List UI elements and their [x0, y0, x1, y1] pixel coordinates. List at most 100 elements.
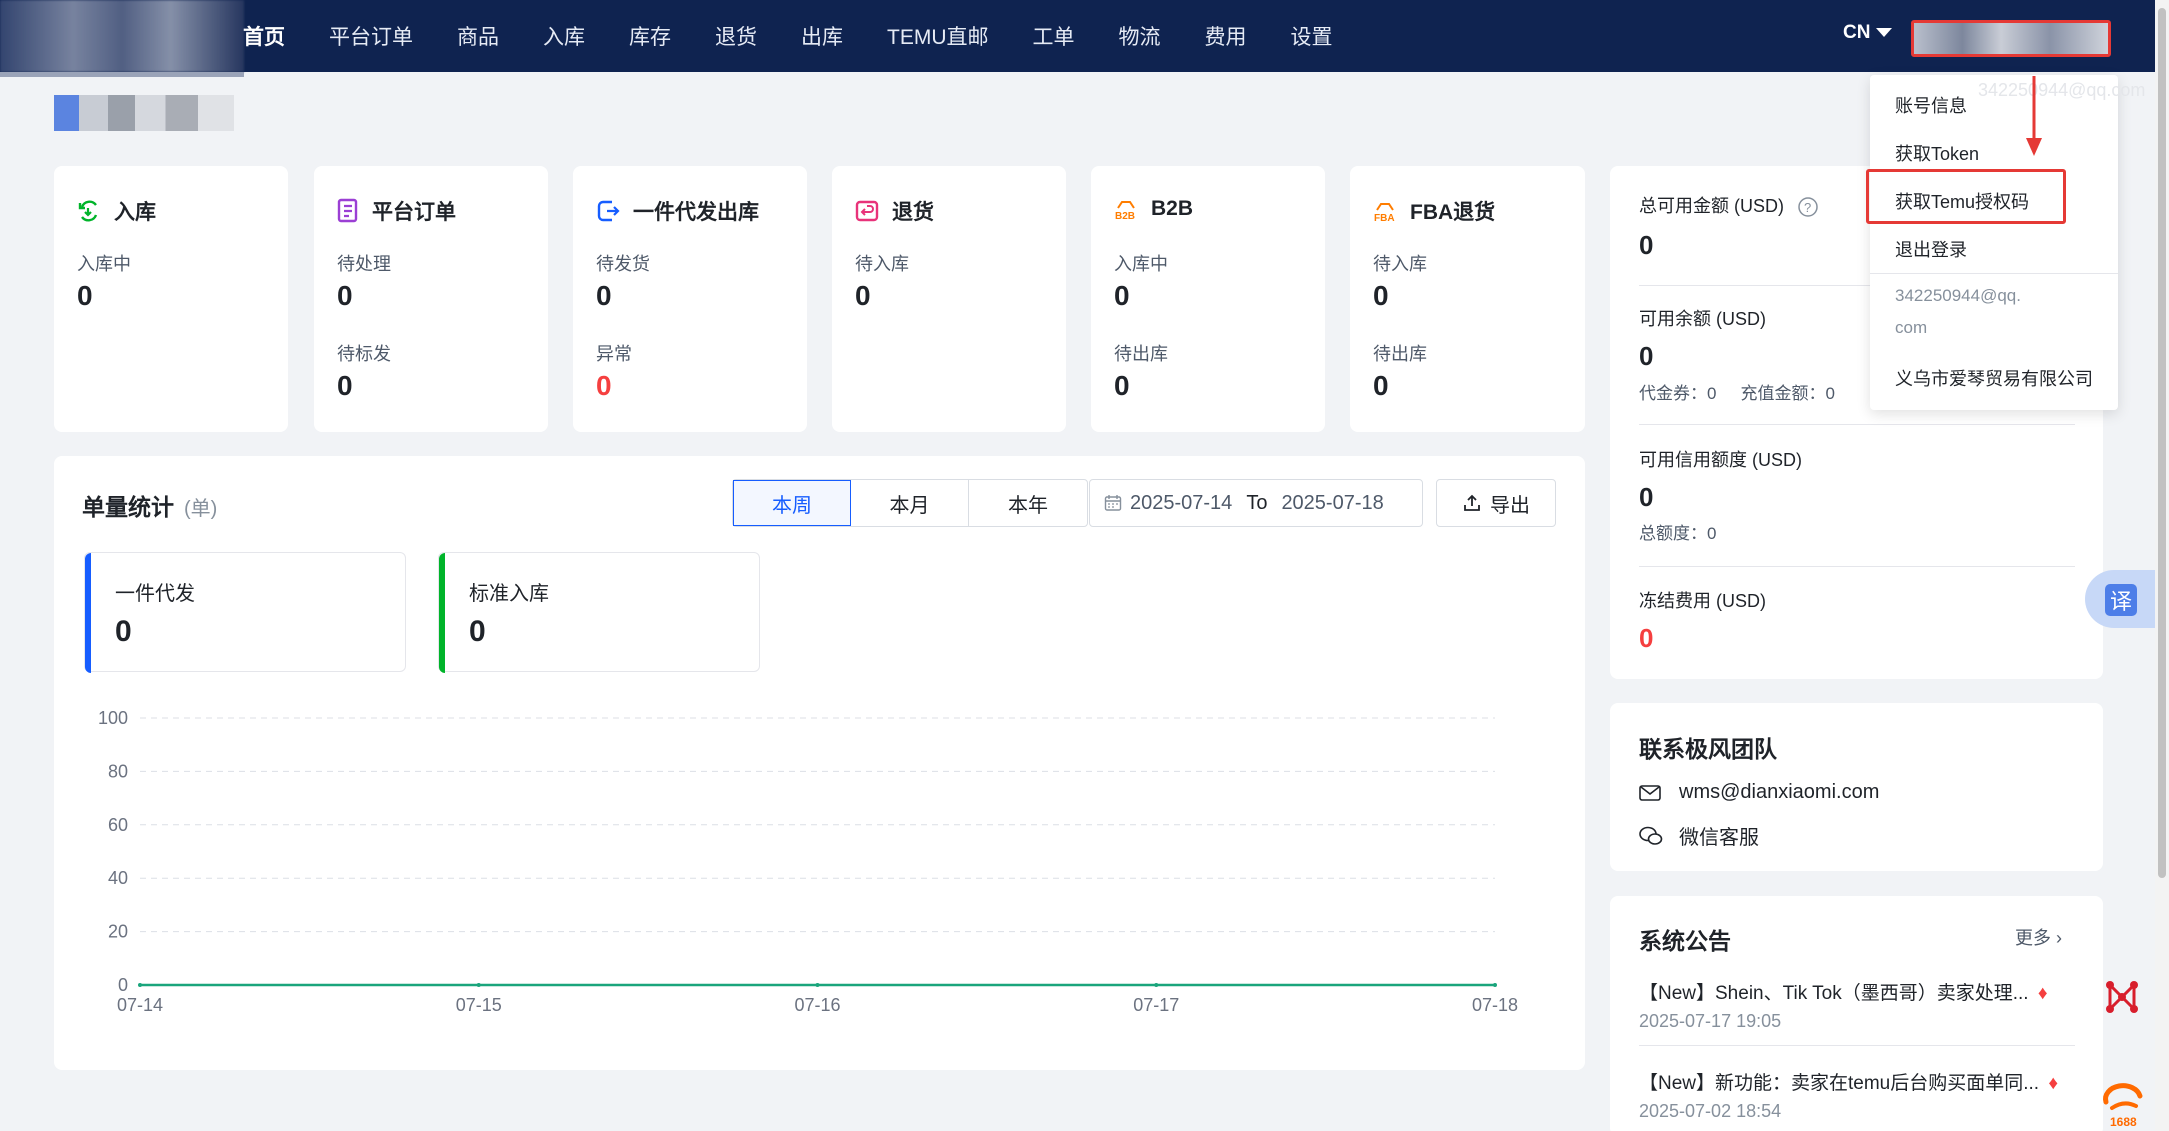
alibaba-1688-float[interactable]: 1688	[2098, 1078, 2148, 1129]
total-available-value: 0	[1639, 230, 1654, 260]
tab-this-week[interactable]: 本周	[733, 480, 851, 526]
x-tick-label: 07-15	[456, 995, 502, 1015]
more-link[interactable]: 更多 ›	[2015, 924, 2062, 950]
network-icon	[2106, 981, 2138, 1013]
nav-fees[interactable]: 费用	[1205, 21, 1247, 51]
mini-card-value: 0	[115, 615, 132, 648]
stat-card-fba-returns[interactable]: FBA FBA退货 待入库 0 待出库 0	[1350, 166, 1585, 432]
stat-label: 待入库	[855, 254, 909, 274]
stat-card-platform-orders[interactable]: 平台订单 待处理 0 待标发 0	[314, 166, 548, 432]
account-name-blurred	[54, 95, 234, 131]
user-menu-trigger[interactable]	[1911, 20, 2111, 57]
language-switch[interactable]: CN	[1843, 22, 1893, 44]
notice-item[interactable]: 【New】Shein、Tik Tok（墨西哥）卖家处理... ♦	[1639, 978, 2069, 1005]
menu-logout[interactable]: 退出登录	[1895, 236, 1967, 262]
volume-line-chart: 0 20 40 60 80 100 07-14 07-15 07-16 07-17 07-18	[98, 708, 1518, 1015]
date-from[interactable]: 2025-07-14	[1130, 492, 1232, 515]
scrollbar-thumb[interactable]	[2158, 8, 2166, 878]
data-point[interactable]	[1493, 983, 1497, 987]
stat-card-dropship-outbound[interactable]: 一件代发出库 待发货 0 异常 0	[573, 166, 807, 432]
help-icon[interactable]: ?	[1797, 196, 1819, 218]
stat-value[interactable]: 0	[855, 280, 871, 312]
translate-icon: 译	[2105, 584, 2137, 616]
return-icon	[855, 200, 879, 222]
mini-card-label: 标准入库	[469, 583, 549, 605]
credit-limit-value: 0	[1639, 482, 1654, 512]
stat-value[interactable]: 0	[337, 370, 353, 402]
mini-card-dropship[interactable]: 一件代发 0	[84, 552, 406, 673]
nav-outbound[interactable]: 出库	[801, 21, 843, 51]
data-point[interactable]	[138, 983, 142, 987]
stat-title: B2B B2B	[1115, 197, 1194, 222]
stat-label: 待出库	[1373, 344, 1427, 364]
contact-email[interactable]: wms@dianxiaomi.com	[1639, 781, 1879, 804]
stat-value[interactable]: 0	[77, 280, 93, 312]
nav-logistics[interactable]: 物流	[1119, 21, 1161, 51]
x-tick-label: 07-16	[794, 995, 840, 1015]
data-point[interactable]	[815, 983, 820, 987]
data-point[interactable]	[476, 983, 481, 987]
frozen-fee-value: 0	[1639, 623, 1654, 653]
period-tabs: 本周 本月 本年	[732, 479, 1088, 527]
logo-blurred[interactable]	[0, 0, 244, 72]
date-range-picker[interactable]: 2025-07-14 To 2025-07-18	[1089, 479, 1423, 527]
stat-value[interactable]: 0	[1114, 370, 1130, 402]
stat-title: 一件代发出库	[595, 196, 759, 226]
calendar-icon	[1104, 495, 1122, 511]
nav-inbound[interactable]: 入库	[543, 21, 585, 51]
notice-text: 【New】新功能：卖家在temu后台购买面单同...	[1639, 1073, 2040, 1094]
chevron-right-icon: ›	[2056, 928, 2063, 948]
y-tick-label: 20	[108, 922, 128, 942]
tab-this-year[interactable]: 本年	[969, 480, 1087, 526]
nav-tickets[interactable]: 工单	[1033, 21, 1075, 51]
svg-text:FBA: FBA	[1374, 213, 1395, 224]
credit-limit-label: 可用信用额度 (USD)	[1639, 450, 1802, 470]
nav-platform-orders[interactable]: 平台订单	[329, 21, 413, 51]
stat-label: 入库中	[77, 254, 131, 274]
contact-wechat[interactable]: 微信客服	[1639, 821, 1759, 850]
wechat-icon	[1639, 826, 1663, 845]
stat-value[interactable]: 0	[1373, 370, 1389, 402]
tab-this-month[interactable]: 本月	[851, 480, 969, 526]
volume-unit: (单)	[184, 498, 218, 520]
stat-card-b2b[interactable]: B2B B2B 入库中 0 待出库 0	[1091, 166, 1325, 432]
notice-time: 2025-07-17 19:05	[1639, 1011, 1782, 1031]
frozen-fee-label: 冻结费用 (USD)	[1639, 591, 1766, 611]
hot-flame-icon: ♦	[2037, 983, 2048, 1004]
nav-products[interactable]: 商品	[457, 21, 499, 51]
translate-float-button[interactable]: 译	[2085, 570, 2155, 628]
nav-home[interactable]: 首页	[243, 21, 285, 51]
stat-card-inbound[interactable]: 入库 入库中 0	[54, 166, 288, 432]
voucher-info: 代金券：0 充值金额：0	[1639, 384, 1835, 403]
network-float-icon[interactable]	[2100, 975, 2144, 1019]
mini-card-standard-inbound[interactable]: 标准入库 0	[438, 552, 760, 673]
data-point[interactable]	[1154, 983, 1159, 987]
stat-value[interactable]: 0	[1373, 280, 1389, 312]
date-to[interactable]: 2025-07-18	[1281, 492, 1383, 515]
nav-inventory[interactable]: 库存	[629, 21, 671, 51]
y-tick-label: 0	[118, 975, 128, 995]
menu-company[interactable]: 义乌市爱琴贸易有限公司	[1895, 365, 2093, 391]
nav-settings[interactable]: 设置	[1291, 21, 1333, 51]
upload-icon	[1464, 494, 1480, 511]
menu-get-token[interactable]: 获取Token	[1895, 140, 1979, 166]
notice-time: 2025-07-02 18:54	[1639, 1101, 1782, 1121]
nav-returns[interactable]: 退货	[715, 21, 757, 51]
export-button[interactable]: 导出	[1436, 479, 1556, 527]
svg-text:1688: 1688	[2110, 1115, 2137, 1128]
outbound-icon	[597, 200, 620, 222]
divider	[1639, 1045, 2075, 1046]
available-balance-label: 可用余额 (USD)	[1639, 309, 1766, 329]
email-text: wms@dianxiaomi.com	[1679, 781, 1880, 803]
stat-value[interactable]: 0	[337, 280, 353, 312]
main-nav: 首页 平台订单 商品 入库 库存 退货 出库 TEMU直邮 工单 物流 费用 设…	[243, 0, 1377, 72]
nav-temu[interactable]: TEMU直邮	[887, 21, 989, 51]
stat-value[interactable]: 0	[596, 280, 612, 312]
date-to-label: To	[1246, 491, 1268, 514]
stat-value-abnormal[interactable]: 0	[596, 370, 612, 402]
stat-card-returns[interactable]: 退货 待入库 0	[832, 166, 1066, 432]
stat-value[interactable]: 0	[1114, 280, 1130, 312]
notice-item[interactable]: 【New】新功能：卖家在temu后台购买面单同... ♦	[1639, 1068, 2069, 1095]
menu-account-info[interactable]: 账号信息	[1895, 92, 1967, 118]
language-label: CN	[1843, 22, 1871, 43]
